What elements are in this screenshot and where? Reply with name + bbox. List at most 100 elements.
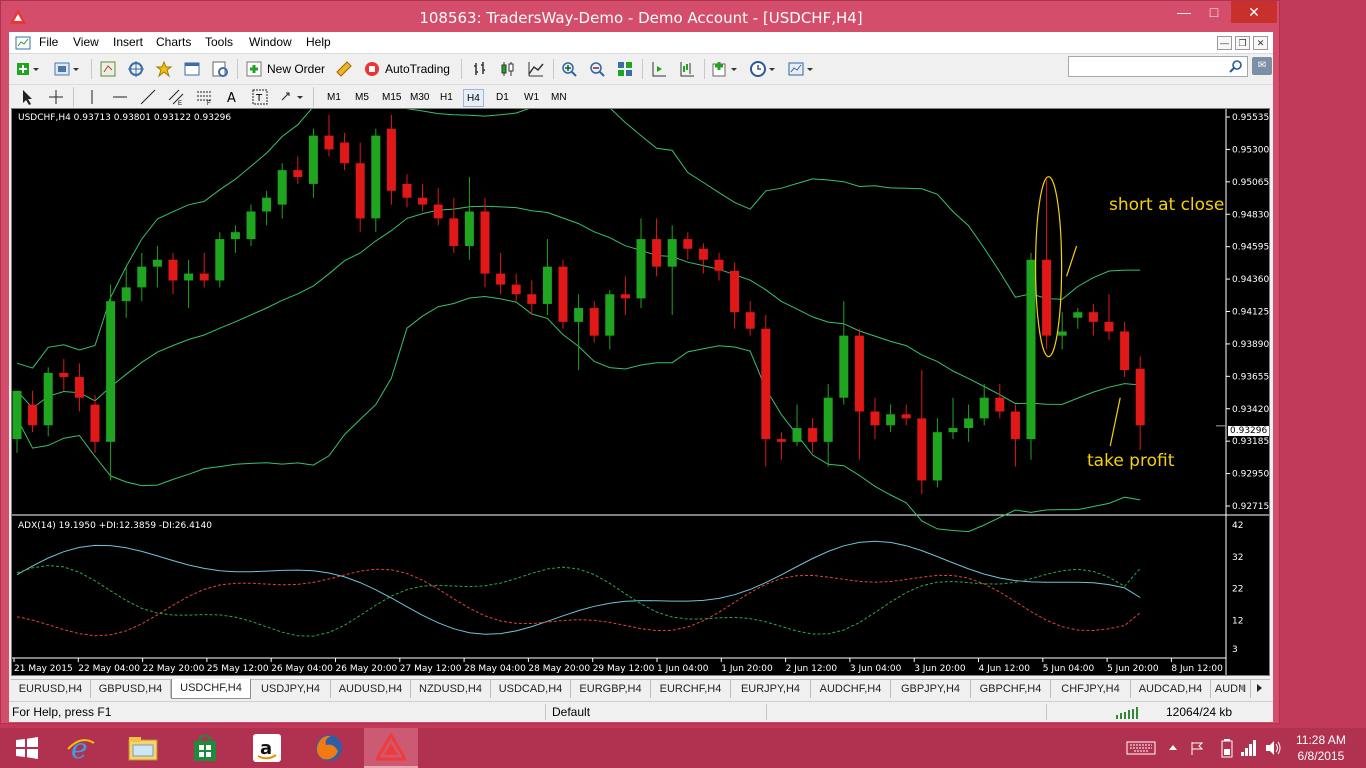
action-center-icon[interactable]: [1190, 740, 1204, 756]
fibonacci-icon[interactable]: F: [195, 86, 213, 108]
toolbar-separator: [73, 87, 74, 107]
chart-window-icon[interactable]: [15, 36, 31, 50]
symbol-tab[interactable]: EURCHF,H4: [651, 680, 731, 698]
price-chart[interactable]: 0.95535 0.95300 0.95065 0.94830 0.94595 0.943…: [12, 109, 1269, 675]
auto-scroll-icon[interactable]: [650, 58, 668, 80]
messages-icon[interactable]: ✉: [1252, 57, 1272, 75]
internet-explorer-icon[interactable]: e: [54, 728, 108, 768]
metatrader-taskbar-icon[interactable]: [364, 728, 418, 768]
line-chart-icon[interactable]: [527, 58, 545, 80]
symbol-tab[interactable]: EURJPY,H4: [731, 680, 811, 698]
arrows-button[interactable]: [279, 86, 307, 108]
menu-file[interactable]: File: [39, 35, 58, 49]
timeframe-m30[interactable]: M30: [407, 89, 432, 107]
horizontal-line-icon[interactable]: [111, 86, 129, 108]
symbol-tab[interactable]: CHFJPY,H4: [1051, 680, 1131, 698]
timeframe-m5[interactable]: M5: [352, 89, 372, 107]
store-icon[interactable]: [178, 728, 232, 768]
adx-tick-label: 22: [1232, 585, 1243, 595]
symbol-tab[interactable]: USDJPY,H4: [251, 680, 331, 698]
chart-shift-icon[interactable]: [678, 58, 696, 80]
connection-status-icon[interactable]: [1115, 706, 1141, 719]
tile-windows-icon[interactable]: [616, 58, 634, 80]
symbol-tab[interactable]: GBPJPY,H4: [891, 680, 971, 698]
amazon-icon[interactable]: a: [240, 728, 294, 768]
symbol-tab[interactable]: EURGBP,H4: [571, 680, 651, 698]
network-icon[interactable]: [1240, 738, 1258, 758]
timeframe-m15[interactable]: M15: [379, 89, 404, 107]
taskbar-clock[interactable]: 11:28 AM 6/8/2015: [1296, 732, 1346, 764]
templates-button[interactable]: [787, 58, 817, 80]
new-chart-button[interactable]: [15, 58, 41, 80]
metaeditor-icon[interactable]: [335, 58, 353, 80]
candlestick-chart-icon[interactable]: [499, 58, 517, 80]
symbol-tab[interactable]: AUDUSD,H4: [331, 680, 411, 698]
zoom-out-icon[interactable]: [588, 58, 606, 80]
battery-icon[interactable]: [1220, 738, 1234, 758]
cursor-icon[interactable]: [19, 86, 35, 108]
menu-insert[interactable]: Insert: [113, 35, 143, 49]
mdi-minimize-icon[interactable]: —: [1217, 36, 1232, 50]
bar-chart-icon[interactable]: [471, 58, 489, 80]
navigator-icon[interactable]: [127, 58, 145, 80]
profiles-button[interactable]: [53, 58, 83, 80]
menu-view[interactable]: View: [73, 35, 99, 49]
symbol-tab[interactable]: GBPUSD,H4: [91, 680, 171, 698]
trendline-icon[interactable]: [139, 86, 157, 108]
symbol-tab[interactable]: USDCAD,H4: [491, 680, 571, 698]
mdi-restore-icon[interactable]: ❐: [1235, 36, 1250, 50]
svg-text:a: a: [260, 738, 272, 759]
symbol-tab[interactable]: AUDCHF,H4: [811, 680, 891, 698]
symbol-tab[interactable]: NZDUSD,H4: [411, 680, 491, 698]
crosshair-icon[interactable]: [47, 86, 65, 108]
timeframe-mn[interactable]: MN: [548, 89, 570, 107]
menu-tools[interactable]: Tools: [205, 35, 233, 49]
new-order-button[interactable]: New Order: [245, 58, 325, 80]
menu-window[interactable]: Window: [249, 35, 292, 49]
data-window-icon[interactable]: [155, 58, 173, 80]
text-label-icon[interactable]: T: [251, 86, 269, 108]
keyboard-icon[interactable]: [1126, 740, 1156, 756]
market-watch-icon[interactable]: [99, 58, 117, 80]
equidistant-channel-icon[interactable]: E: [167, 86, 185, 108]
text-icon[interactable]: A: [223, 86, 241, 108]
indicators-button[interactable]: [711, 58, 741, 80]
autotrading-label: AutoTrading: [385, 62, 450, 76]
autotrading-button[interactable]: AutoTrading: [363, 58, 450, 80]
tab-scroll-left-icon[interactable]: [1237, 683, 1247, 693]
new-order-icon: [246, 61, 262, 77]
mdi-close-icon[interactable]: ✕: [1253, 36, 1268, 50]
search-input[interactable]: [1068, 56, 1248, 77]
zoom-in-icon[interactable]: [560, 58, 578, 80]
timeframe-w1[interactable]: W1: [521, 89, 542, 107]
symbol-tab[interactable]: USDCHF,H4: [171, 679, 251, 699]
close-icon[interactable]: ✕: [1231, 1, 1277, 23]
candle-body: [886, 414, 896, 426]
timeframe-d1[interactable]: D1: [493, 89, 512, 107]
candle-body: [152, 259, 162, 267]
chart-window[interactable]: 0.95535 0.95300 0.95065 0.94830 0.94595 0.943…: [11, 108, 1270, 676]
vertical-line-icon[interactable]: [83, 86, 101, 108]
tab-scroll-right-icon[interactable]: [1255, 683, 1265, 693]
timeframe-m1[interactable]: M1: [324, 89, 344, 107]
symbol-tab[interactable]: EURUSD,H4: [11, 680, 91, 698]
search-icon[interactable]: [1229, 59, 1243, 73]
terminal-icon[interactable]: [183, 58, 201, 80]
file-explorer-icon[interactable]: [116, 728, 170, 768]
show-hidden-icons-icon[interactable]: [1168, 742, 1178, 752]
menu-charts[interactable]: Charts: [156, 35, 191, 49]
symbol-tab[interactable]: GBPCHF,H4: [971, 680, 1051, 698]
firefox-icon[interactable]: [302, 728, 356, 768]
maximize-icon[interactable]: □: [1199, 1, 1229, 23]
title-bar[interactable]: 108563: TradersWay-Demo - Demo Account -…: [1, 1, 1281, 33]
symbol-tab[interactable]: AUDCAD,H4: [1131, 680, 1211, 698]
periods-button[interactable]: [749, 58, 779, 80]
timeframe-h1[interactable]: H1: [437, 89, 456, 107]
volume-icon[interactable]: [1264, 739, 1282, 757]
menu-help[interactable]: Help: [306, 35, 331, 49]
candle-body: [12, 390, 22, 440]
minimize-icon[interactable]: —: [1169, 1, 1199, 23]
start-button[interactable]: [0, 728, 54, 768]
strategy-tester-icon[interactable]: [211, 58, 229, 80]
timeframe-h4[interactable]: H4: [463, 89, 484, 107]
